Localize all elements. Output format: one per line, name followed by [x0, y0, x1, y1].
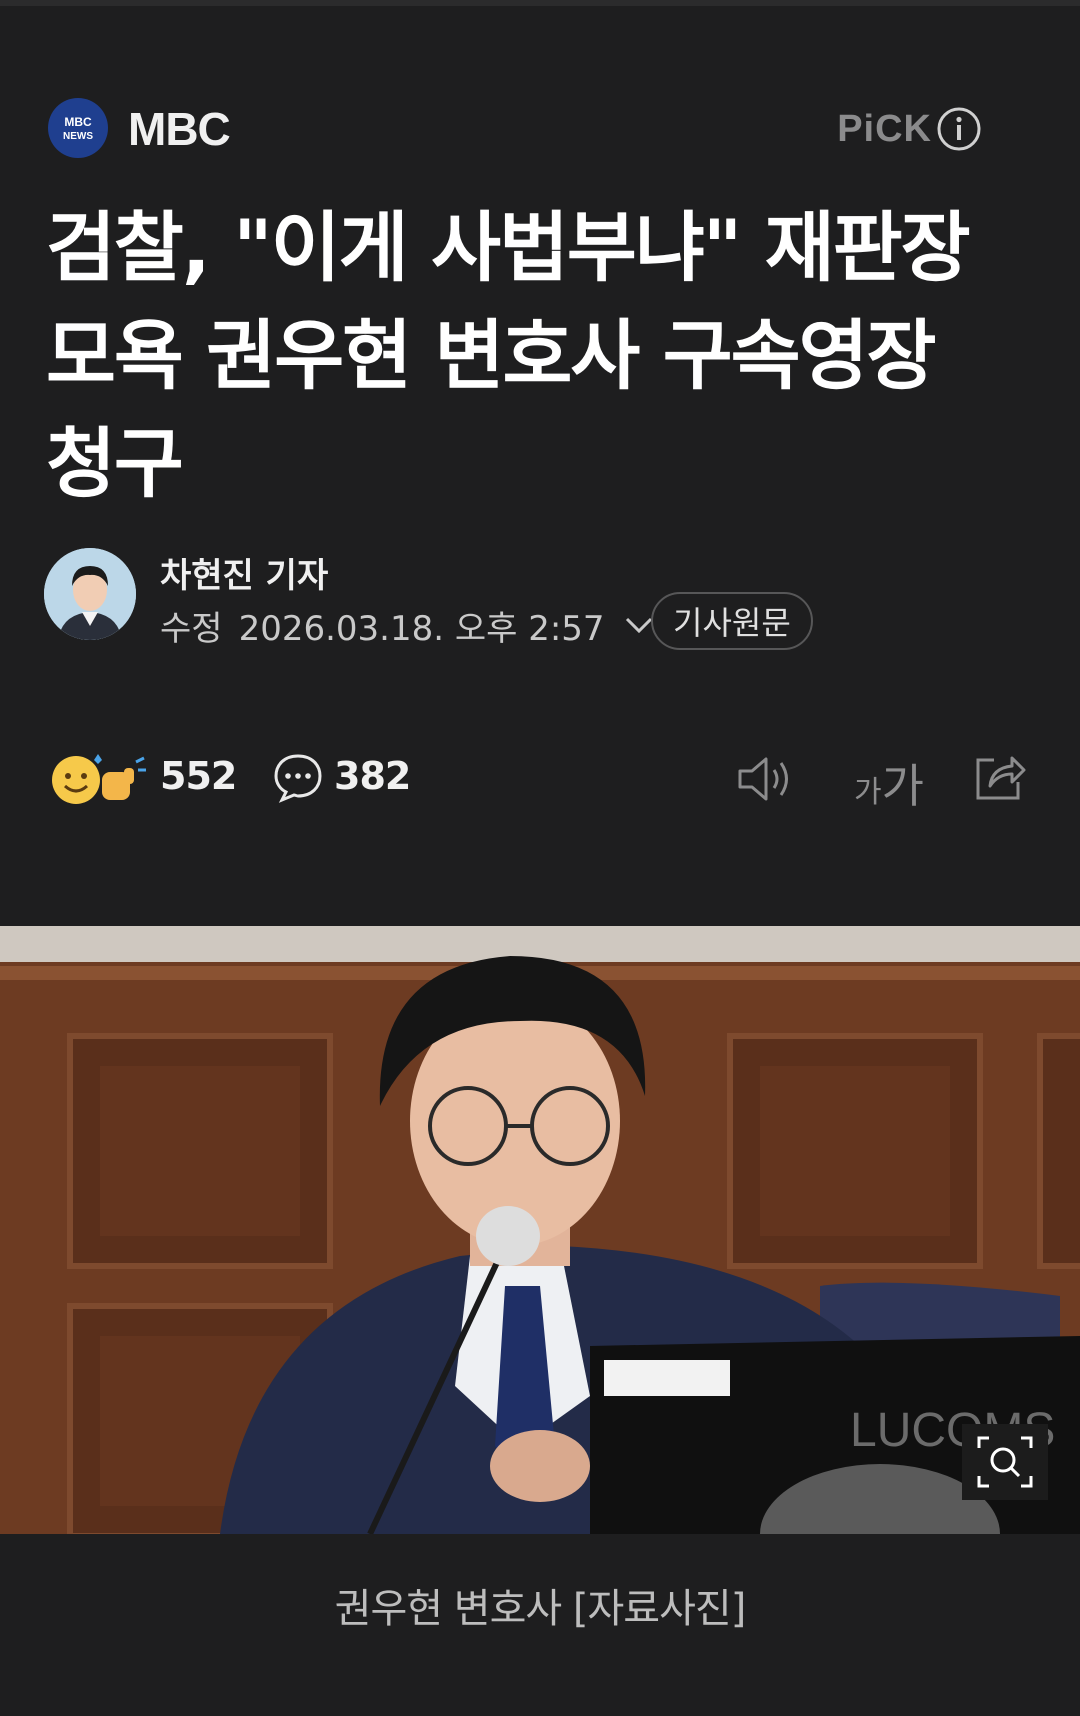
- reporter-name[interactable]: 차현진 기자: [160, 548, 328, 597]
- info-icon[interactable]: [936, 106, 982, 152]
- article-photo[interactable]: LUCOMS: [0, 926, 1080, 1534]
- font-size-small-label: 가: [854, 775, 882, 810]
- edit-datetime: 2026.03.18. 오후 2:57: [238, 608, 605, 649]
- mbc-news-logo[interactable]: MBC NEWS: [48, 98, 108, 158]
- publisher-header: MBC NEWS MBC PiCK: [48, 98, 1032, 160]
- headline-line: 모욕 권우현 변호사 구속영장: [46, 311, 936, 400]
- reaction-count: 552: [160, 754, 237, 798]
- top-divider: [0, 0, 1080, 6]
- reporter-info: 차현진 기자 수정 2026.03.18. 오후 2:57 기사원문: [44, 548, 1044, 650]
- publisher-name[interactable]: MBC: [128, 102, 231, 156]
- reporter-avatar[interactable]: [44, 548, 136, 640]
- share-icon[interactable]: [972, 750, 1028, 804]
- zoom-button[interactable]: [962, 1424, 1048, 1500]
- headline-line: 청구: [46, 419, 184, 508]
- photo-caption: 권우현 변호사 [자료사진]: [334, 1586, 747, 1632]
- article-headline: 검찰, "이게 사법부냐" 재판장 모욕 권우현 변호사 구속영장 청구: [46, 194, 1046, 518]
- font-size-large-label: 가: [881, 759, 924, 813]
- edit-label: 수정: [160, 608, 223, 649]
- comment-count: 382: [334, 754, 411, 798]
- pick-badge: PiCK: [837, 108, 932, 150]
- action-bar: 552 382 가가: [50, 746, 1030, 813]
- speaker-icon[interactable]: [736, 754, 794, 804]
- svg-text:MBC: MBC: [64, 115, 92, 129]
- original-article-button[interactable]: 기사원문: [651, 592, 813, 650]
- headline-line: 검찰, "이게 사법부냐" 재판장: [46, 203, 971, 292]
- comment-icon[interactable]: [272, 752, 324, 804]
- font-size-button[interactable]: 가가: [854, 750, 924, 816]
- reaction-icon[interactable]: [50, 750, 148, 806]
- svg-text:NEWS: NEWS: [63, 131, 93, 142]
- chevron-down-icon[interactable]: [623, 615, 655, 635]
- edit-date-row[interactable]: 수정 2026.03.18. 오후 2:57: [160, 600, 655, 650]
- magnifier-icon: [977, 1436, 1033, 1488]
